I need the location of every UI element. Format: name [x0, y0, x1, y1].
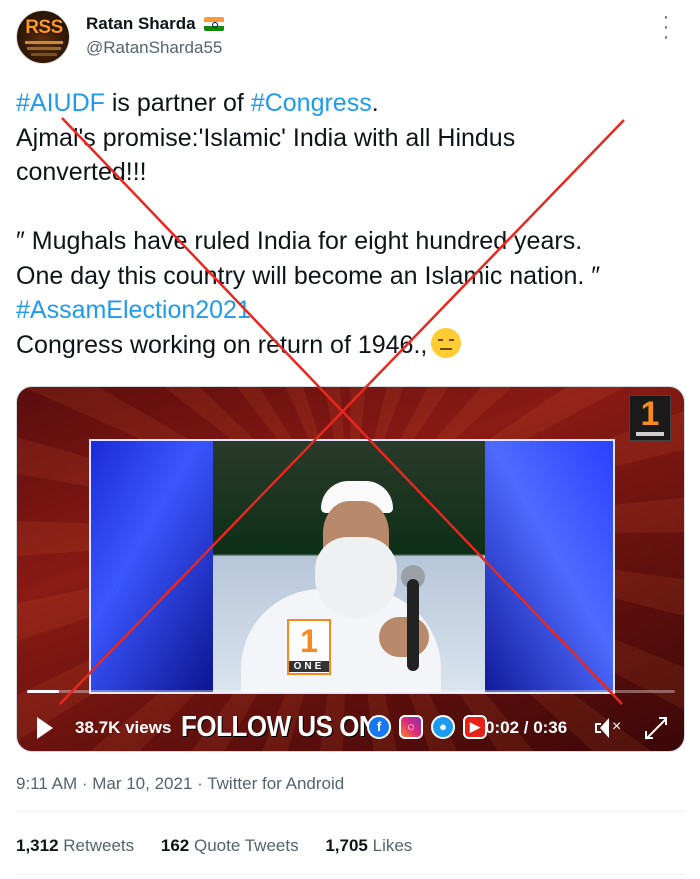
tweet-line-5: One day this country will become an Isla… [16, 261, 601, 290]
tweet-line-1: #AIUDF is partner of #Congress. [16, 86, 686, 121]
mute-icon[interactable]: × [595, 717, 625, 739]
divider [16, 811, 684, 812]
retweets-label: Retweets [63, 836, 135, 855]
follow-us-banner: FOLLOW US ON [181, 709, 378, 743]
tweet-line-4: ″ Mughals have ruled India for eight hun… [16, 227, 583, 255]
twitter-icon: ● [431, 715, 455, 739]
tweet-text-segment: . [371, 89, 379, 117]
likes-count: 1,705 [325, 836, 368, 855]
display-name[interactable]: Ratan Sharda [86, 14, 196, 34]
fullscreen-icon[interactable] [645, 717, 667, 740]
watermark-word: ONE [289, 661, 329, 672]
tweet-line-2: Ajmal's promise:'Islamic' India with all… [16, 123, 516, 152]
facebook-icon: f [367, 715, 391, 739]
quote-tweets-label: Quote Tweets [194, 836, 299, 855]
instagram-icon: ○ [399, 715, 423, 739]
tweet-text-segment: Congress working on return of 1946., [16, 330, 428, 359]
hashtag-congress[interactable]: #Congress [251, 89, 372, 117]
more-options-icon[interactable]: · · · [656, 7, 676, 47]
avatar-logo-text: RSS [25, 17, 63, 38]
channel-logo-number: 1 [640, 395, 660, 433]
quote-tweets-stat[interactable]: 162 Quote Tweets [161, 836, 299, 855]
tweet-timestamp[interactable]: 9:11 AM · Mar 10, 2021 · Twitter for And… [16, 774, 344, 794]
tweet-header: RSS Ratan Sharda @RatanSharda55 · · · [0, 0, 700, 80]
video-controls: 38.7K views FOLLOW US ON f ○ ● ▶ 0:02 / … [17, 703, 684, 751]
retweets-count: 1,312 [16, 836, 59, 855]
video-progress-fill [27, 690, 60, 693]
video-progress-bar[interactable] [27, 690, 675, 693]
video-player[interactable]: 1 ONE 1 38.7K views FOLLOW US ON f ○ ● ▶… [16, 386, 685, 752]
video-time: 0:02 / 0:36 [485, 718, 568, 737]
tweet-text-segment: is partner of [104, 89, 251, 117]
channel-watermark: 1 ONE [287, 619, 331, 675]
hashtag-aiudf[interactable]: #AIUDF [16, 89, 105, 117]
youtube-icon: ▶ [463, 715, 487, 739]
avatar[interactable]: RSS [16, 10, 70, 64]
view-count: 38.7K views [75, 718, 172, 737]
tweet-line-6: #AssamElection2021 [16, 293, 686, 328]
expressionless-face-emoji-icon [431, 327, 462, 358]
likes-label: Likes [372, 836, 413, 855]
likes-stat[interactable]: 1,705 Likes [325, 836, 412, 855]
india-flag-icon [204, 17, 224, 31]
avatar-decoration [27, 47, 61, 50]
watermark-number: 1 [300, 623, 318, 659]
play-icon[interactable] [37, 717, 53, 739]
user-handle[interactable]: @RatanSharda55 [86, 38, 222, 58]
tweet-line-7: Congress working on return of 1946., [16, 327, 686, 363]
retweets-stat[interactable]: 1,312 Retweets [16, 836, 134, 855]
tweet-text: #AIUDF is partner of #Congress. Ajmal's … [16, 86, 686, 362]
avatar-decoration [25, 41, 63, 44]
video-frame[interactable]: 1 ONE [89, 439, 615, 694]
divider [16, 874, 684, 875]
avatar-decoration [31, 53, 57, 56]
tweet-line-3: converted!!! [16, 158, 147, 186]
quote-tweets-count: 162 [160, 836, 190, 855]
hashtag-assamelection2021[interactable]: #AssamElection2021 [16, 296, 251, 324]
channel-logo: 1 [629, 395, 671, 441]
tweet-stats: 1,312 Retweets 162 Quote Tweets 1,705 Li… [16, 836, 434, 856]
